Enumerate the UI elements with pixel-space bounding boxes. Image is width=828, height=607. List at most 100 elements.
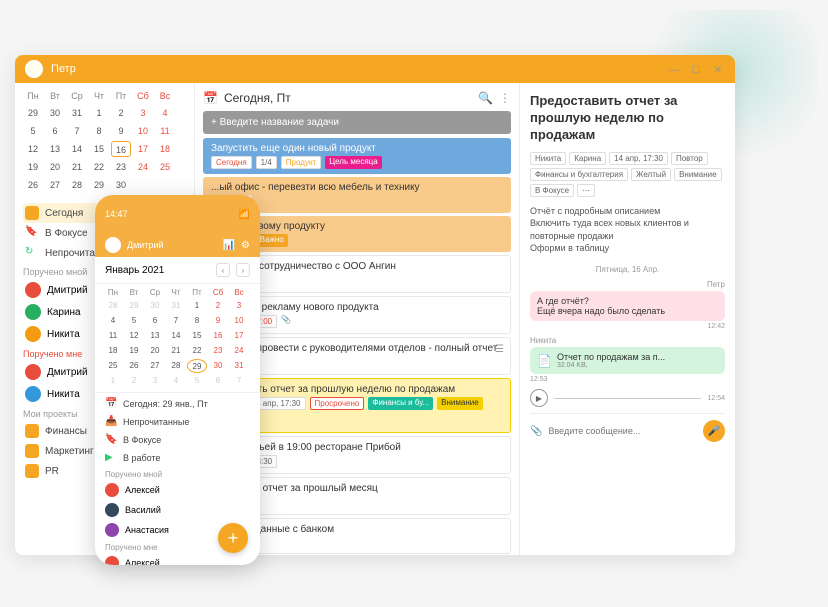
cal-day[interactable]: 7	[67, 123, 87, 139]
nav-focus[interactable]: 🔖В Фокусе	[95, 431, 260, 449]
message-input[interactable]	[548, 426, 697, 436]
cal-day[interactable]: 20	[45, 159, 65, 175]
cal-day[interactable]: 12	[23, 141, 43, 157]
cal-day[interactable]: 3	[145, 374, 165, 388]
cal-day[interactable]: 1	[103, 374, 123, 388]
cal-day[interactable]: 14	[67, 141, 87, 157]
minimize-icon[interactable]: —	[667, 63, 681, 77]
cal-day[interactable]: 4	[103, 314, 123, 328]
cal-day[interactable]: 13	[145, 329, 165, 343]
nav-unread[interactable]: 📥Непрочитанные	[95, 413, 260, 431]
cal-day[interactable]: 4	[155, 105, 175, 121]
cal-day[interactable]: 1	[89, 105, 109, 121]
chip-assignee[interactable]: Никита	[530, 152, 566, 165]
cal-day[interactable]: 11	[103, 329, 123, 343]
search-icon[interactable]: 🔍	[478, 91, 493, 105]
cal-day[interactable]: 12	[124, 329, 144, 343]
cal-day[interactable]: 15	[187, 329, 207, 343]
cal-day[interactable]: 8	[89, 123, 109, 139]
nav-today[interactable]: 📅Сегодня: 29 янв., Пт	[95, 395, 260, 413]
cal-day[interactable]: 10	[229, 314, 249, 328]
cal-grid[interactable]: 28293031123 45678910 11121314151617 1819…	[103, 299, 252, 388]
chip-date[interactable]: 14 апр, 17:30	[609, 152, 668, 165]
chip-more[interactable]: ⋯	[577, 184, 595, 197]
cal-day[interactable]: 19	[124, 344, 144, 358]
cal-day[interactable]: 31	[229, 359, 249, 373]
send-button[interactable]: 🎤	[703, 420, 725, 442]
cal-day[interactable]: 19	[23, 159, 43, 175]
cal-day[interactable]: 9	[208, 314, 228, 328]
cal-day-today[interactable]: 16	[111, 141, 131, 157]
cal-day[interactable]: 30	[208, 359, 228, 373]
cal-day[interactable]: 1	[187, 299, 207, 313]
cal-day[interactable]: 13	[45, 141, 65, 157]
cal-day[interactable]: 22	[187, 344, 207, 358]
cal-day[interactable]: 18	[155, 141, 175, 157]
chip-assignee[interactable]: Карина	[569, 152, 606, 165]
cal-day[interactable]: 31	[166, 299, 186, 313]
cal-day[interactable]: 11	[155, 123, 175, 139]
nav-working[interactable]: ▶В работе	[95, 449, 260, 467]
cal-day[interactable]: 8	[187, 314, 207, 328]
cal-day[interactable]: 6	[45, 123, 65, 139]
cal-day[interactable]: 28	[166, 359, 186, 373]
prev-month-button[interactable]: ‹	[216, 263, 230, 277]
phone-person[interactable]: Василий	[95, 500, 260, 520]
cal-day[interactable]: 5	[23, 123, 43, 139]
cal-day[interactable]: 15	[89, 141, 109, 157]
cal-day[interactable]: 14	[166, 329, 186, 343]
cal-day[interactable]: 2	[124, 374, 144, 388]
cal-day[interactable]: 29	[23, 105, 43, 121]
cal-day[interactable]: 16	[208, 329, 228, 343]
gear-icon[interactable]: ⚙	[241, 240, 250, 251]
cal-day[interactable]: 27	[45, 177, 65, 193]
maximize-icon[interactable]: ☐	[689, 63, 703, 77]
cal-day[interactable]: 28	[67, 177, 87, 193]
avatar[interactable]	[25, 60, 43, 78]
cal-day[interactable]: 2	[111, 105, 131, 121]
cal-day[interactable]: 21	[166, 344, 186, 358]
cal-day[interactable]: 17	[229, 329, 249, 343]
phone-person[interactable]: Алексей	[95, 553, 260, 565]
cal-day[interactable]: 31	[67, 105, 87, 121]
chat-file[interactable]: 📄 Отчет по продажам за п... 32.04 KB,	[530, 347, 725, 374]
task-card[interactable]: Запустить еще один новый продукт Сегодня…	[203, 138, 511, 174]
chip-tag[interactable]: Внимание	[674, 168, 722, 181]
play-button[interactable]: ▶	[530, 389, 548, 407]
cal-day[interactable]: 5	[187, 374, 207, 388]
cal-day[interactable]: 23	[111, 159, 131, 175]
chip-project[interactable]: Финансы и бухгалтерия	[530, 168, 628, 181]
task-input[interactable]: + Введите название задачи	[203, 111, 511, 134]
calendar-grid[interactable]: 2930311234 567891011 12131415161718 1920…	[23, 105, 186, 193]
cal-day[interactable]: 5	[124, 314, 144, 328]
cal-day[interactable]: 22	[89, 159, 109, 175]
cal-day[interactable]: 2	[208, 299, 228, 313]
chart-icon[interactable]: 📊	[223, 240, 235, 251]
close-icon[interactable]: ✕	[711, 63, 725, 77]
cal-day[interactable]: 27	[145, 359, 165, 373]
chip-focus[interactable]: В Фокусе	[530, 184, 574, 197]
cal-day[interactable]: 26	[124, 359, 144, 373]
next-month-button[interactable]: ›	[236, 263, 250, 277]
cal-day[interactable]: 20	[145, 344, 165, 358]
avatar[interactable]	[105, 237, 121, 253]
cal-day[interactable]: 24	[133, 159, 153, 175]
more-icon[interactable]: ⋮	[499, 91, 511, 105]
cal-day[interactable]: 28	[103, 299, 123, 313]
chip-color[interactable]: Желтый	[631, 168, 671, 181]
fab-add-button[interactable]: +	[218, 523, 248, 553]
cal-day[interactable]: 3	[229, 299, 249, 313]
cal-day[interactable]: 29	[124, 299, 144, 313]
chip-repeat[interactable]: Повтор	[671, 152, 708, 165]
cal-day[interactable]: 23	[208, 344, 228, 358]
cal-day[interactable]: 25	[155, 159, 175, 175]
cal-day[interactable]: 6	[145, 314, 165, 328]
cal-day[interactable]: 29	[89, 177, 109, 193]
cal-day[interactable]: 9	[111, 123, 131, 139]
cal-day[interactable]: 30	[111, 177, 131, 193]
cal-day[interactable]: 18	[103, 344, 123, 358]
cal-day[interactable]: 6	[208, 374, 228, 388]
cal-day[interactable]: 7	[166, 314, 186, 328]
cal-day[interactable]: 10	[133, 123, 153, 139]
list-icon[interactable]: ☰	[495, 344, 504, 355]
